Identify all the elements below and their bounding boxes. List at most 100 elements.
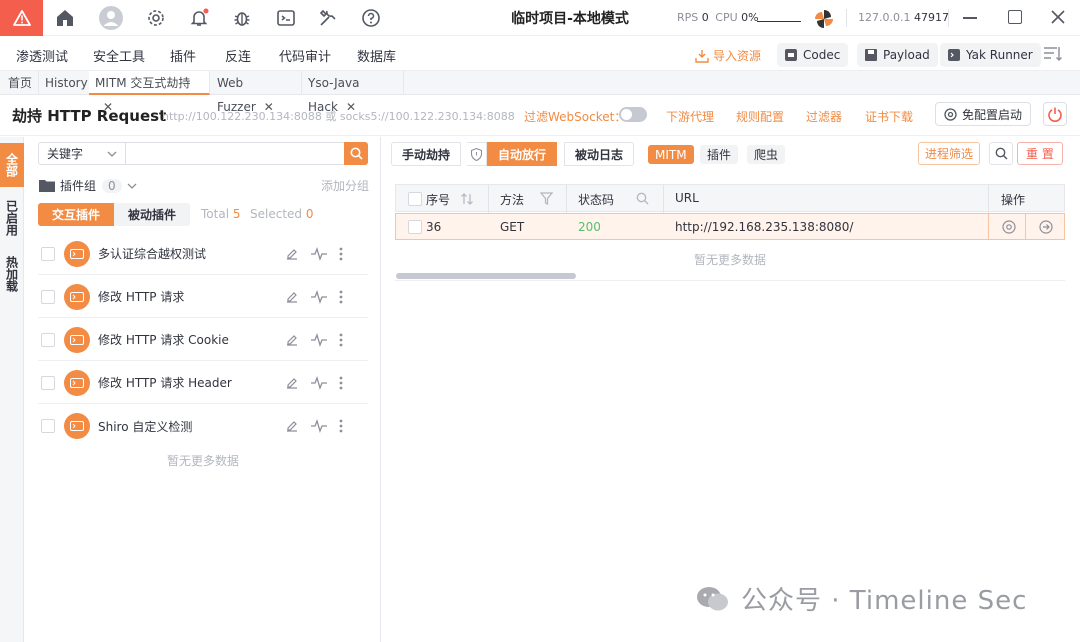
- warning-icon[interactable]: [0, 0, 43, 36]
- tag-crawler[interactable]: 爬虫: [747, 145, 786, 164]
- yak-logo-icon[interactable]: [813, 8, 835, 30]
- search-icon[interactable]: [636, 192, 649, 205]
- vtab-all[interactable]: 全部: [0, 143, 24, 187]
- search-button[interactable]: [344, 142, 368, 165]
- column-header-status: 状态码: [578, 193, 615, 207]
- edit-icon[interactable]: [285, 419, 299, 433]
- plugin-name: 修改 HTTP 请求: [98, 290, 185, 304]
- search-button[interactable]: [989, 142, 1013, 165]
- edit-icon[interactable]: [285, 333, 299, 347]
- plugin-checkbox[interactable]: [41, 289, 55, 304]
- host-ip: 127.0.0.1: [858, 11, 911, 24]
- process-filter-button[interactable]: 进程筛选: [918, 142, 981, 165]
- row-checkbox[interactable]: [408, 220, 422, 234]
- more-icon[interactable]: [339, 290, 343, 304]
- maximize-button[interactable]: [1008, 10, 1022, 24]
- stop-mitm-button[interactable]: [1043, 102, 1067, 126]
- total-label: Total: [201, 207, 230, 221]
- divider: [488, 185, 489, 213]
- minimize-button[interactable]: [963, 17, 977, 19]
- list-item[interactable]: 修改 HTTP 请求 Header: [38, 362, 368, 404]
- table-row[interactable]: 36 GET 200 http://192.168.235.138:8080/: [395, 213, 1065, 240]
- list-item[interactable]: 修改 HTTP 请求 Cookie: [38, 319, 368, 361]
- vtab-hot-load[interactable]: 热加载: [0, 249, 24, 299]
- cert-download-link[interactable]: 证书下载: [865, 108, 913, 125]
- payload-button[interactable]: Payload: [857, 43, 938, 67]
- interactive-plugins-tab[interactable]: 交互插件: [38, 202, 115, 226]
- menu-security-tools[interactable]: 安全工具: [93, 46, 145, 65]
- import-resources-button[interactable]: 导入资源: [695, 47, 761, 64]
- manual-hijack-button[interactable]: 手动劫持: [391, 142, 462, 166]
- edit-icon[interactable]: [285, 376, 299, 390]
- bug-icon[interactable]: [232, 8, 252, 28]
- tab-history[interactable]: History: [39, 71, 95, 95]
- more-icon[interactable]: [339, 333, 343, 347]
- plugin-logo-icon: [64, 283, 90, 310]
- passive-plugins-tab[interactable]: 被动插件: [114, 202, 191, 226]
- yak-runner-button[interactable]: Yak Runner: [940, 43, 1041, 67]
- plugin-search-input[interactable]: [126, 142, 345, 165]
- pulse-icon[interactable]: [311, 289, 327, 304]
- pulse-icon[interactable]: [311, 332, 327, 347]
- select-all-checkbox[interactable]: [408, 192, 422, 206]
- plugin-checkbox[interactable]: [41, 332, 55, 347]
- vtab-enabled[interactable]: 已启用: [0, 193, 24, 243]
- edit-icon[interactable]: [285, 247, 299, 261]
- downstream-proxy-link[interactable]: 下游代理: [666, 108, 714, 125]
- rule-config-link[interactable]: 规则配置: [736, 108, 784, 125]
- close-window-button[interactable]: [1050, 9, 1066, 25]
- tab-mitm[interactable]: MITM 交互式劫持✕: [89, 71, 210, 114]
- menu-code-audit[interactable]: 代码审计: [279, 46, 331, 65]
- sort-menu-icon[interactable]: [1043, 45, 1063, 63]
- tag-mitm[interactable]: MITM: [648, 145, 694, 164]
- terminal-icon[interactable]: [276, 8, 296, 28]
- bell-icon[interactable]: [189, 8, 209, 28]
- tab-web-fuzzer[interactable]: Web Fuzzer ✕: [211, 71, 302, 114]
- edit-icon[interactable]: [285, 290, 299, 304]
- gear-icon[interactable]: [146, 8, 166, 28]
- more-icon[interactable]: [339, 247, 343, 261]
- menu-database[interactable]: 数据库: [357, 46, 396, 65]
- plugin-checkbox[interactable]: [41, 419, 55, 433]
- tab-yso-java-hack[interactable]: Yso-Java Hack ✕: [302, 71, 404, 114]
- reset-button[interactable]: 重 置: [1017, 142, 1063, 165]
- more-icon[interactable]: [339, 376, 343, 390]
- avatar[interactable]: [99, 6, 123, 30]
- more-icon[interactable]: [339, 419, 343, 433]
- home-icon[interactable]: [55, 8, 75, 28]
- add-group-button[interactable]: 添加分组: [321, 177, 369, 194]
- list-item[interactable]: 修改 HTTP 请求: [38, 276, 368, 318]
- pulse-icon[interactable]: [311, 375, 327, 390]
- plugin-checkbox[interactable]: [41, 246, 55, 261]
- tab-home[interactable]: 首页: [2, 71, 40, 95]
- keyword-select[interactable]: 关键字: [38, 142, 126, 165]
- tag-plugin[interactable]: 插件: [700, 145, 739, 164]
- page-title: 劫持 HTTP Request: [12, 107, 167, 125]
- list-item[interactable]: Shiro 自定义检测: [38, 405, 368, 447]
- pulse-icon[interactable]: [311, 419, 327, 433]
- menu-plugins[interactable]: 插件: [170, 46, 196, 65]
- filter-link[interactable]: 过滤器: [806, 108, 842, 125]
- go-detail-icon[interactable]: [1039, 220, 1053, 234]
- codec-button[interactable]: Codec: [777, 43, 849, 67]
- menu-pentest[interactable]: 渗透测试: [16, 46, 68, 65]
- filter-icon[interactable]: [540, 192, 553, 205]
- shield-icon[interactable]: [467, 142, 487, 166]
- config-free-start-button[interactable]: 免配置启动: [935, 102, 1032, 126]
- plugin-checkbox[interactable]: [41, 375, 55, 390]
- sort-icon[interactable]: [460, 192, 474, 206]
- auto-release-button[interactable]: 自动放行: [487, 142, 558, 166]
- plugin-panel: 关键字 插件组 0 添加分组 交互插件 被动插件 Total 5 Selecte…: [25, 137, 381, 642]
- horizontal-scrollbar[interactable]: [396, 273, 576, 279]
- plugin-name: 修改 HTTP 请求 Header: [98, 376, 232, 390]
- open-in-browser-icon[interactable]: [1002, 220, 1016, 234]
- traffic-list-end: 暂无更多数据: [693, 253, 766, 267]
- help-icon[interactable]: [361, 8, 381, 28]
- list-item[interactable]: 多认证综合越权测试: [38, 233, 368, 275]
- passive-log-button[interactable]: 被动日志: [564, 142, 635, 166]
- tools-icon[interactable]: [318, 8, 338, 28]
- websocket-filter-toggle[interactable]: [619, 107, 647, 122]
- menu-reverse[interactable]: 反连: [225, 46, 251, 65]
- pulse-icon[interactable]: [311, 246, 327, 261]
- plugin-group-selector[interactable]: 插件组 0: [39, 177, 137, 194]
